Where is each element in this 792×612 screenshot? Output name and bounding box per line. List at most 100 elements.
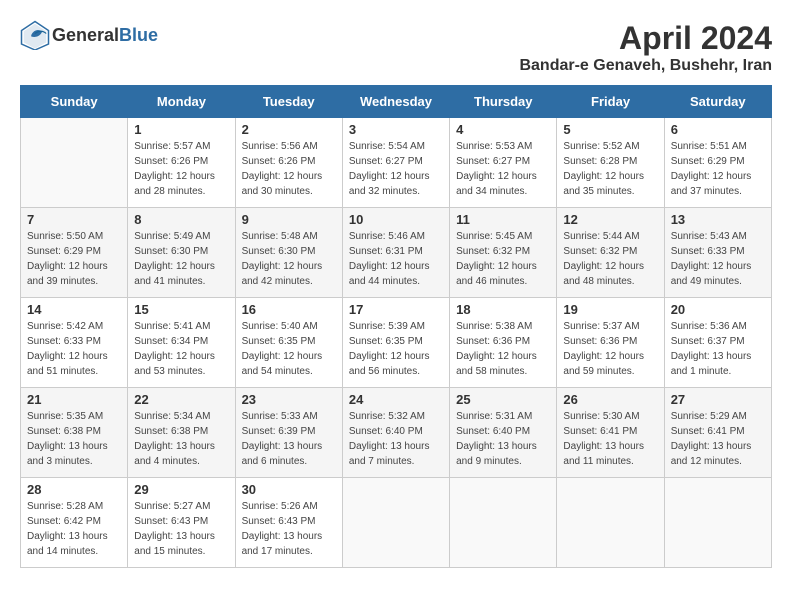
day-info: Sunrise: 5:39 AMSunset: 6:35 PMDaylight:… [349, 319, 443, 379]
day-number: 11 [456, 212, 550, 227]
day-info: Sunrise: 5:50 AMSunset: 6:29 PMDaylight:… [27, 229, 121, 289]
page-header: GeneralBlue April 2024 Bandar-e Genaveh,… [20, 20, 772, 75]
calendar-day: 28Sunrise: 5:28 AMSunset: 6:42 PMDayligh… [21, 478, 128, 568]
logo-general: General [52, 25, 119, 45]
day-number: 8 [134, 212, 228, 227]
logo-blue: Blue [119, 25, 158, 45]
day-info: Sunrise: 5:30 AMSunset: 6:41 PMDaylight:… [563, 409, 657, 469]
day-info: Sunrise: 5:31 AMSunset: 6:40 PMDaylight:… [456, 409, 550, 469]
day-info: Sunrise: 5:48 AMSunset: 6:30 PMDaylight:… [242, 229, 336, 289]
day-info: Sunrise: 5:44 AMSunset: 6:32 PMDaylight:… [563, 229, 657, 289]
day-info: Sunrise: 5:26 AMSunset: 6:43 PMDaylight:… [242, 499, 336, 559]
day-number: 29 [134, 482, 228, 497]
day-number: 17 [349, 302, 443, 317]
day-info: Sunrise: 5:34 AMSunset: 6:38 PMDaylight:… [134, 409, 228, 469]
column-header-monday: Monday [128, 86, 235, 118]
day-info: Sunrise: 5:56 AMSunset: 6:26 PMDaylight:… [242, 139, 336, 199]
column-header-thursday: Thursday [450, 86, 557, 118]
day-info: Sunrise: 5:43 AMSunset: 6:33 PMDaylight:… [671, 229, 765, 289]
day-number: 1 [134, 122, 228, 137]
calendar-day [557, 478, 664, 568]
day-number: 9 [242, 212, 336, 227]
day-number: 27 [671, 392, 765, 407]
calendar-week-3: 14 Sunrise: 5:42 AMSunset: 6:33 PMDayligh… [21, 298, 772, 388]
day-number: 2 [242, 122, 336, 137]
day-info: Sunrise: 5:33 AMSunset: 6:39 PMDaylight:… [242, 409, 336, 469]
calendar-day: 20 Sunrise: 5:36 AMSunset: 6:37 PMDayligh… [664, 298, 771, 388]
day-number: 19 [563, 302, 657, 317]
calendar-week-4: 21 Sunrise: 5:35 AMSunset: 6:38 PMDayligh… [21, 388, 772, 478]
calendar-day: 23 Sunrise: 5:33 AMSunset: 6:39 PMDayligh… [235, 388, 342, 478]
day-number: 13 [671, 212, 765, 227]
calendar-day [450, 478, 557, 568]
day-number: 7 [27, 212, 121, 227]
calendar-day: 17 Sunrise: 5:39 AMSunset: 6:35 PMDayligh… [342, 298, 449, 388]
day-info: Sunrise: 5:29 AMSunset: 6:41 PMDaylight:… [671, 409, 765, 469]
day-number: 25 [456, 392, 550, 407]
calendar-header-row: SundayMondayTuesdayWednesdayThursdayFrid… [21, 86, 772, 118]
day-number: 21 [27, 392, 121, 407]
calendar-day: 12 Sunrise: 5:44 AMSunset: 6:32 PMDayligh… [557, 208, 664, 298]
column-header-saturday: Saturday [664, 86, 771, 118]
calendar-day: 8 Sunrise: 5:49 AMSunset: 6:30 PMDaylight… [128, 208, 235, 298]
day-info: Sunrise: 5:40 AMSunset: 6:35 PMDaylight:… [242, 319, 336, 379]
day-number: 24 [349, 392, 443, 407]
day-info: Sunrise: 5:52 AMSunset: 6:28 PMDaylight:… [563, 139, 657, 199]
day-number: 3 [349, 122, 443, 137]
column-header-sunday: Sunday [21, 86, 128, 118]
calendar-day: 19 Sunrise: 5:37 AMSunset: 6:36 PMDayligh… [557, 298, 664, 388]
column-header-friday: Friday [557, 86, 664, 118]
day-info: Sunrise: 5:36 AMSunset: 6:37 PMDaylight:… [671, 319, 765, 379]
column-header-tuesday: Tuesday [235, 86, 342, 118]
calendar-day: 18Sunrise: 5:38 AMSunset: 6:36 PMDayligh… [450, 298, 557, 388]
location-title: Bandar-e Genaveh, Bushehr, Iran [519, 57, 772, 75]
day-number: 14 [27, 302, 121, 317]
calendar-day: 24 Sunrise: 5:32 AMSunset: 6:40 PMDayligh… [342, 388, 449, 478]
calendar-day: 16 Sunrise: 5:40 AMSunset: 6:35 PMDayligh… [235, 298, 342, 388]
column-header-wednesday: Wednesday [342, 86, 449, 118]
calendar-day [342, 478, 449, 568]
day-info: Sunrise: 5:49 AMSunset: 6:30 PMDaylight:… [134, 229, 228, 289]
calendar-day: 26 Sunrise: 5:30 AMSunset: 6:41 PMDayligh… [557, 388, 664, 478]
title-section: April 2024 Bandar-e Genaveh, Bushehr, Ir… [519, 20, 772, 75]
day-info: Sunrise: 5:42 AMSunset: 6:33 PMDaylight:… [27, 319, 121, 379]
day-number: 16 [242, 302, 336, 317]
calendar-day: 13 Sunrise: 5:43 AMSunset: 6:33 PMDayligh… [664, 208, 771, 298]
day-number: 22 [134, 392, 228, 407]
calendar-day: 29Sunrise: 5:27 AMSunset: 6:43 PMDayligh… [128, 478, 235, 568]
day-number: 20 [671, 302, 765, 317]
calendar-day: 22 Sunrise: 5:34 AMSunset: 6:38 PMDayligh… [128, 388, 235, 478]
calendar-day: 4Sunrise: 5:53 AMSunset: 6:27 PMDaylight… [450, 118, 557, 208]
day-number: 26 [563, 392, 657, 407]
calendar-day: 2 Sunrise: 5:56 AMSunset: 6:26 PMDaylight… [235, 118, 342, 208]
day-number: 10 [349, 212, 443, 227]
logo-text: GeneralBlue [52, 25, 158, 46]
month-title: April 2024 [519, 20, 772, 57]
calendar-day: 30 Sunrise: 5:26 AMSunset: 6:43 PMDayligh… [235, 478, 342, 568]
calendar-day: 15Sunrise: 5:41 AMSunset: 6:34 PMDayligh… [128, 298, 235, 388]
calendar-day: 14 Sunrise: 5:42 AMSunset: 6:33 PMDayligh… [21, 298, 128, 388]
day-info: Sunrise: 5:51 AMSunset: 6:29 PMDaylight:… [671, 139, 765, 199]
calendar-day: 11Sunrise: 5:45 AMSunset: 6:32 PMDayligh… [450, 208, 557, 298]
logo-icon [20, 20, 50, 50]
day-info: Sunrise: 5:46 AMSunset: 6:31 PMDaylight:… [349, 229, 443, 289]
day-info: Sunrise: 5:37 AMSunset: 6:36 PMDaylight:… [563, 319, 657, 379]
day-number: 30 [242, 482, 336, 497]
day-info: Sunrise: 5:32 AMSunset: 6:40 PMDaylight:… [349, 409, 443, 469]
calendar-day: 21 Sunrise: 5:35 AMSunset: 6:38 PMDayligh… [21, 388, 128, 478]
calendar-day: 25 Sunrise: 5:31 AMSunset: 6:40 PMDayligh… [450, 388, 557, 478]
calendar-day [664, 478, 771, 568]
calendar-table: SundayMondayTuesdayWednesdayThursdayFrid… [20, 85, 772, 568]
day-number: 12 [563, 212, 657, 227]
calendar-week-1: 1Sunrise: 5:57 AMSunset: 6:26 PMDaylight… [21, 118, 772, 208]
day-info: Sunrise: 5:35 AMSunset: 6:38 PMDaylight:… [27, 409, 121, 469]
calendar-day [21, 118, 128, 208]
calendar-day: 3Sunrise: 5:54 AMSunset: 6:27 PMDaylight… [342, 118, 449, 208]
day-info: Sunrise: 5:41 AMSunset: 6:34 PMDaylight:… [134, 319, 228, 379]
day-info: Sunrise: 5:38 AMSunset: 6:36 PMDaylight:… [456, 319, 550, 379]
calendar-day: 10 Sunrise: 5:46 AMSunset: 6:31 PMDayligh… [342, 208, 449, 298]
day-number: 23 [242, 392, 336, 407]
logo: GeneralBlue [20, 20, 158, 50]
calendar-day: 9 Sunrise: 5:48 AMSunset: 6:30 PMDaylight… [235, 208, 342, 298]
day-info: Sunrise: 5:53 AMSunset: 6:27 PMDaylight:… [456, 139, 550, 199]
